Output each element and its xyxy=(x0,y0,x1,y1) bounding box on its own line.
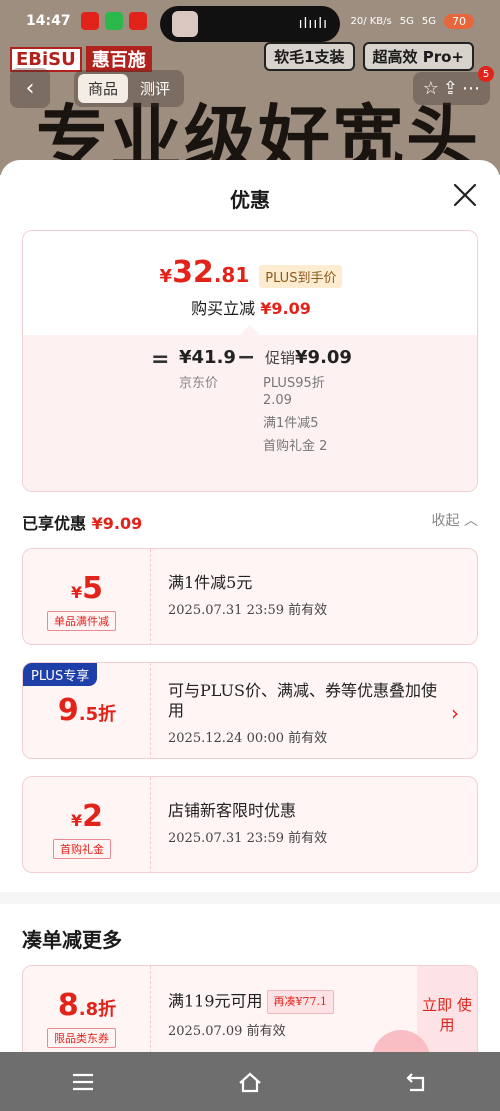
add-more-tag: 再凑¥77.1 xyxy=(266,990,335,1014)
coupon-title: 满1件减5元 xyxy=(168,573,253,592)
section-divider xyxy=(0,892,500,904)
promo-line: 首购礼金 2 xyxy=(263,439,328,454)
coupon-left: ¥2 首购礼金 xyxy=(23,777,151,872)
enjoyed-discount: 已享优惠 ¥9.09 xyxy=(22,510,142,534)
coupon-date: 2025.07.31 23:59 前有效 xyxy=(168,603,328,618)
cart-badge: 5 xyxy=(478,66,494,82)
signal-icon: 5G xyxy=(399,15,414,27)
status-time: 14:47 xyxy=(26,13,71,29)
menu-icon[interactable] xyxy=(70,1069,96,1095)
coupon-type: 限品类东券 xyxy=(47,1028,116,1048)
app-notification-icon xyxy=(80,12,99,30)
coupon-left: ¥5 单品满件减 xyxy=(23,549,151,644)
coupon-amount: 8.8折 xyxy=(57,988,117,1023)
net-speed: 20/ KB/s xyxy=(350,15,392,27)
coupon-title: 可与PLUS价、满减、券等优惠叠加使用 xyxy=(168,681,437,720)
collapse-label: 收起 xyxy=(431,513,460,529)
coupon-amount: ¥5 xyxy=(70,571,103,606)
discount-sheet: 优惠 ¥32.81 PLUS到手价 购买立减 ¥9.09 = ¥41.9 京东价… xyxy=(0,160,500,1060)
product-nav: ‹ 商品 测评 ☆ ⇪ ⋯ 5 xyxy=(10,66,494,108)
reduce-label: 购买立减 xyxy=(191,299,256,318)
chevron-left-icon: ‹ xyxy=(25,75,35,101)
coupon-body: 满1件减5元 2025.07.31 23:59 前有效 xyxy=(168,573,448,618)
signal-icon: 5G xyxy=(421,15,436,27)
media-thumbnail xyxy=(172,11,198,37)
coupon-left: 8.8折 限品类东券 xyxy=(23,966,151,1060)
coupon-amount: ¥2 xyxy=(70,799,103,834)
minus-sign: − xyxy=(237,345,256,370)
status-right: 20/ KB/s 5G 5G 70 xyxy=(350,13,474,29)
coupon-type: 首购礼金 xyxy=(53,839,111,859)
star-icon[interactable]: ☆ xyxy=(423,78,439,99)
coupon-type: 单品满件减 xyxy=(47,611,116,631)
plus-price-tag: PLUS到手价 xyxy=(259,265,343,288)
app-notification-icon xyxy=(128,12,147,30)
notification-icons xyxy=(80,12,147,30)
coupon-body: 店铺新客限时优惠 2025.07.31 23:59 前有效 xyxy=(168,801,448,846)
promo-line: PLUS95折 2.09 xyxy=(263,376,325,408)
instant-reduce-row: 购买立减 ¥9.09 xyxy=(23,295,477,319)
coupon-date: 2025.07.31 23:59 前有效 xyxy=(168,831,328,846)
chevron-right-icon[interactable]: › xyxy=(451,701,459,725)
spec-tags: 软毛1支装 超高效 Pro+ xyxy=(264,42,474,71)
coupon-title: 满119元可用 xyxy=(168,991,263,1011)
audio-wave-icon: ılıılı xyxy=(298,16,328,32)
coupon-amount: 9.5折 xyxy=(57,693,117,728)
jd-price-label: 京东价 xyxy=(179,376,219,391)
share-icon[interactable]: ⇪ xyxy=(443,78,458,99)
coupon-card[interactable]: ¥2 首购礼金 店铺新客限时优惠 2025.07.31 23:59 前有效 xyxy=(22,776,478,873)
reduce-amount: ¥9.09 xyxy=(260,299,311,318)
coupon-card[interactable]: 9.5折 PLUS专享 可与PLUS价、满减、券等优惠叠加使用 2025.12.… xyxy=(22,662,478,759)
promo-amount: ¥9.09 xyxy=(295,347,352,368)
product-tabs: 商品 测评 xyxy=(74,69,185,107)
sheet-title: 优惠 xyxy=(230,188,270,212)
equals-sign: = xyxy=(151,347,170,372)
home-icon[interactable] xyxy=(237,1069,263,1095)
enjoyed-amount: ¥9.09 xyxy=(91,514,143,533)
plus-exclusive-badge: PLUS专享 xyxy=(23,663,98,686)
close-icon[interactable] xyxy=(452,182,478,208)
more-icon[interactable]: ⋯ xyxy=(462,78,480,99)
coupon-card[interactable]: ¥5 单品满件减 满1件减5元 2025.07.31 23:59 前有效 xyxy=(22,548,478,645)
promo-label: 促销 xyxy=(265,349,296,367)
enjoyed-label: 已享优惠 xyxy=(22,514,87,533)
spec-tag: 超高效 Pro+ xyxy=(362,42,474,71)
price-summary-card: ¥32.81 PLUS到手价 购买立减 ¥9.09 = ¥41.9 京东价 − … xyxy=(22,230,478,492)
promo-col: 促销¥9.09 xyxy=(265,347,385,368)
wechat-icon xyxy=(104,12,123,30)
final-price-row: ¥32.81 PLUS到手价 xyxy=(23,255,477,290)
collapse-button[interactable]: 收起 ︿ xyxy=(432,510,478,530)
spec-tag: 软毛1支装 xyxy=(264,42,355,71)
coupon-body: 可与PLUS价、满减、券等优惠叠加使用 2025.12.24 00:00 前有效 xyxy=(168,681,448,746)
chevron-up-icon: ︿ xyxy=(464,513,478,529)
battery-icon: 70 xyxy=(444,13,474,29)
more-savings-title: 凑单减更多 xyxy=(22,928,122,952)
tab-review[interactable]: 测评 xyxy=(130,74,180,103)
back-button[interactable]: ‹ xyxy=(10,68,50,108)
coupon-date: 2025.12.24 00:00 前有效 xyxy=(168,731,328,746)
promo-detail-list: PLUS95折 2.09 满1件减5 首购礼金 2 xyxy=(263,375,343,461)
coupon-title: 店铺新客限时优惠 xyxy=(168,801,297,820)
promo-line: 满1件减5 xyxy=(263,416,319,431)
tab-product[interactable]: 商品 xyxy=(78,73,129,103)
final-price: ¥32.81 xyxy=(159,255,250,290)
system-nav-bar xyxy=(0,1052,500,1111)
dynamic-island[interactable]: ılıılı xyxy=(160,6,340,42)
back-icon[interactable] xyxy=(404,1069,430,1095)
